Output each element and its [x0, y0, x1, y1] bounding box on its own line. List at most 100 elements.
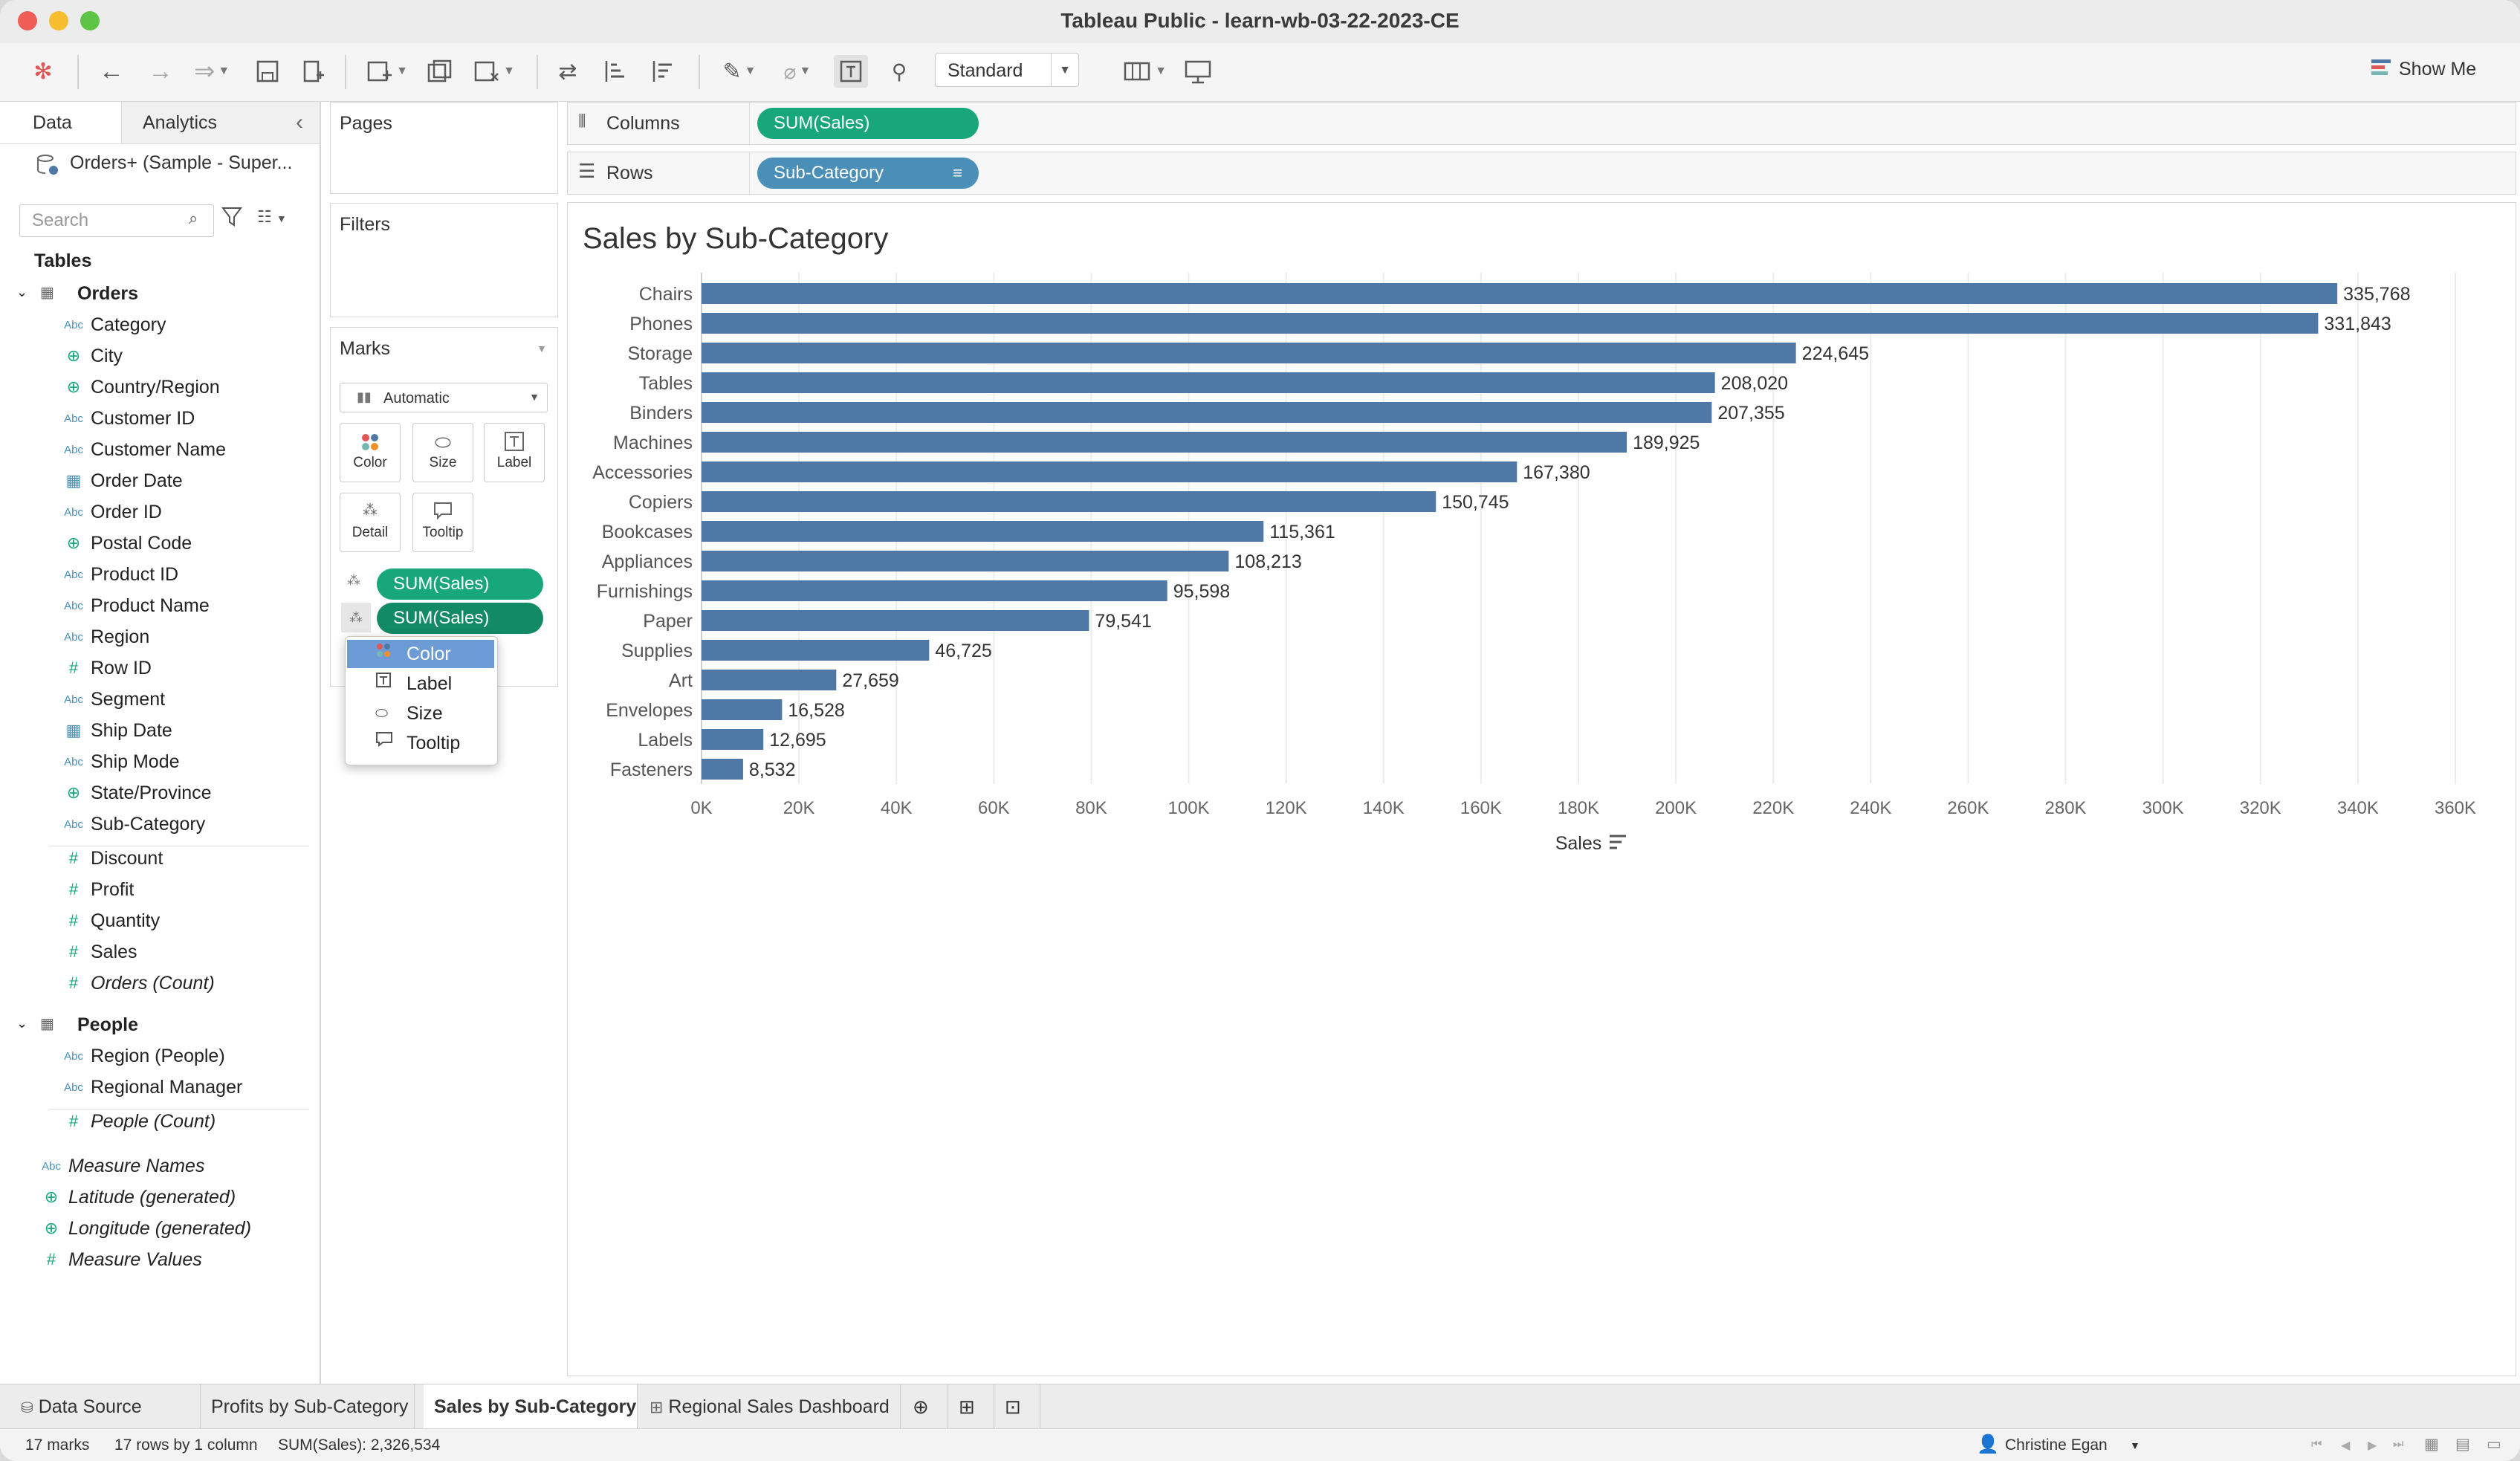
save-icon[interactable] — [251, 55, 284, 88]
bar-fasteners[interactable] — [702, 759, 743, 780]
new-worksheet-icon[interactable]: ▼ — [361, 55, 413, 88]
label-button[interactable]: Label — [484, 423, 545, 482]
marks-pill-sum-sales[interactable]: SUM(Sales) — [377, 568, 543, 600]
field-item[interactable]: Regional Manager — [91, 1077, 242, 1098]
bar-paper[interactable] — [702, 610, 1089, 631]
tab-data-source[interactable]: ⛁ Data Source — [10, 1384, 201, 1429]
field-item[interactable]: Sales — [91, 942, 137, 963]
collapse-pane-icon[interactable]: ‹ — [296, 102, 314, 143]
tooltip-button[interactable]: Tooltip — [412, 493, 473, 552]
chevron-down-icon[interactable]: ⌄ — [16, 1016, 27, 1031]
sort-ascending-icon[interactable] — [599, 55, 632, 88]
field-item[interactable]: Sub-Category — [91, 814, 205, 835]
field-item[interactable]: Discount — [91, 848, 163, 869]
show-cards-icon[interactable]: ▼ — [1119, 55, 1171, 88]
field-item[interactable]: Measure Values — [68, 1249, 202, 1271]
prev-page-icon[interactable]: ◀ — [2341, 1438, 2350, 1453]
bar-tables[interactable] — [702, 372, 1715, 393]
menu-item-label[interactable]: Label — [347, 670, 494, 698]
pages-shelf[interactable]: Pages — [330, 102, 558, 194]
rows-shelf[interactable]: ☰ Rows Sub-Category ≡ — [567, 152, 2516, 195]
field-item[interactable]: Latitude (generated) — [68, 1187, 236, 1208]
field-item[interactable]: People (Count) — [91, 1111, 216, 1133]
tab-regional-sales-dashboard[interactable]: ⊞ Regional Sales Dashboard — [639, 1384, 901, 1429]
field-item[interactable]: Postal Code — [91, 533, 192, 554]
view-options-icon[interactable]: ☷ ▼ — [257, 207, 287, 227]
redo-icon[interactable]: ⇒ ▼ — [186, 55, 238, 88]
sheet-sorter-icon[interactable]: ▦ — [2424, 1435, 2439, 1454]
group-members-icon[interactable]: ⌀ ▼ — [773, 55, 822, 88]
field-item[interactable]: Product Name — [91, 595, 210, 617]
filmstrip-icon[interactable]: ▤ — [2455, 1435, 2470, 1454]
color-button[interactable]: Color — [340, 423, 401, 482]
bar-labels[interactable] — [702, 729, 764, 750]
bar-supplies[interactable] — [702, 640, 930, 661]
marks-menu-icon[interactable]: ▼ — [537, 343, 547, 354]
chevron-down-icon[interactable]: ▼ — [2130, 1439, 2140, 1451]
rows-pill-sub-category[interactable]: Sub-Category ≡ — [757, 158, 979, 189]
bar-phones[interactable] — [702, 313, 2319, 334]
fix-axes-pin-icon[interactable]: ⚲ — [883, 55, 916, 88]
field-item[interactable]: Ship Mode — [91, 751, 180, 773]
sort-descending-icon[interactable] — [647, 55, 679, 88]
menu-item-tooltip[interactable]: Tooltip — [347, 729, 494, 757]
clear-sheet-icon[interactable]: ▼ — [468, 55, 520, 88]
tab-profits-by-sub-category[interactable]: Profits by Sub-Category — [201, 1384, 415, 1429]
field-item[interactable]: Country/Region — [91, 377, 220, 398]
detail-icon[interactable]: ⁂ — [347, 573, 360, 589]
chevron-down-icon[interactable]: ⌄ — [16, 285, 27, 300]
filter-icon[interactable] — [221, 206, 242, 232]
bar-copiers[interactable] — [702, 491, 1436, 512]
field-item[interactable]: Orders (Count) — [91, 973, 215, 994]
table-name[interactable]: Orders — [77, 283, 138, 305]
field-item[interactable]: Product ID — [91, 564, 178, 586]
new-story-tab-icon[interactable]: ⊡ — [994, 1384, 1040, 1429]
field-item[interactable]: City — [91, 346, 123, 367]
field-item[interactable]: Customer ID — [91, 408, 195, 430]
tableau-logo-icon[interactable]: ✻ — [28, 55, 58, 88]
menu-item-size[interactable]: ⬭ Size — [347, 699, 494, 728]
field-item[interactable]: Order Date — [91, 470, 183, 492]
new-data-source-icon[interactable] — [297, 55, 330, 88]
detail-button[interactable]: ⁂ Detail — [340, 493, 401, 552]
last-page-icon[interactable]: ⏭ — [2393, 1438, 2403, 1451]
user-name[interactable]: Christine Egan — [2005, 1436, 2108, 1454]
mark-type-select[interactable]: ▮▮ Automatic ▼ — [340, 383, 548, 412]
marks-pill-sum-sales-2[interactable]: SUM(Sales) — [377, 603, 543, 634]
duplicate-sheet-icon[interactable] — [424, 55, 456, 88]
bar-binders[interactable] — [702, 402, 1712, 423]
view-size-select[interactable]: Standard ▼ — [935, 53, 1079, 87]
new-dashboard-tab-icon[interactable]: ⊞ — [948, 1384, 994, 1429]
size-button[interactable]: ⬭ Size — [412, 423, 473, 482]
field-item[interactable]: Region (People) — [91, 1046, 225, 1067]
show-mark-labels-icon[interactable] — [834, 55, 868, 88]
tab-data[interactable]: Data — [0, 102, 122, 143]
forward-icon[interactable]: → — [141, 55, 180, 88]
field-item[interactable]: Segment — [91, 689, 165, 710]
field-item[interactable]: Profit — [91, 879, 134, 901]
field-item[interactable]: Row ID — [91, 658, 152, 679]
bar-appliances[interactable] — [702, 551, 1229, 571]
field-item[interactable]: Customer Name — [91, 439, 226, 461]
detail-icon[interactable]: ⁂ — [341, 603, 371, 632]
tabs-view-icon[interactable]: ▭ — [2487, 1435, 2501, 1454]
field-item[interactable]: Quantity — [91, 910, 160, 932]
search-field[interactable]: Search — [19, 204, 214, 237]
highlight-icon[interactable]: ✎ ▼ — [715, 55, 764, 88]
field-item[interactable]: State/Province — [91, 783, 212, 804]
swap-rows-columns-icon[interactable]: ⇄ — [551, 55, 584, 88]
table-name[interactable]: People — [77, 1014, 138, 1036]
columns-pill-sum-sales[interactable]: SUM(Sales) — [757, 108, 979, 139]
field-item[interactable]: Order ID — [91, 502, 162, 523]
menu-item-color[interactable]: Color — [347, 640, 494, 668]
field-item[interactable]: Measure Names — [68, 1156, 204, 1177]
bar-chairs[interactable] — [702, 283, 2338, 304]
show-me-button[interactable]: Show Me — [2371, 58, 2476, 82]
tab-sales-by-sub-category[interactable]: Sales by Sub-Category — [424, 1384, 638, 1429]
bar-art[interactable] — [702, 670, 837, 690]
tab-analytics[interactable]: Analytics — [143, 102, 232, 143]
columns-shelf[interactable]: ⦀ Columns SUM(Sales) — [567, 102, 2516, 146]
bar-bookcases[interactable] — [702, 521, 1264, 542]
back-icon[interactable]: ← — [92, 55, 131, 88]
bar-envelopes[interactable] — [702, 699, 783, 720]
